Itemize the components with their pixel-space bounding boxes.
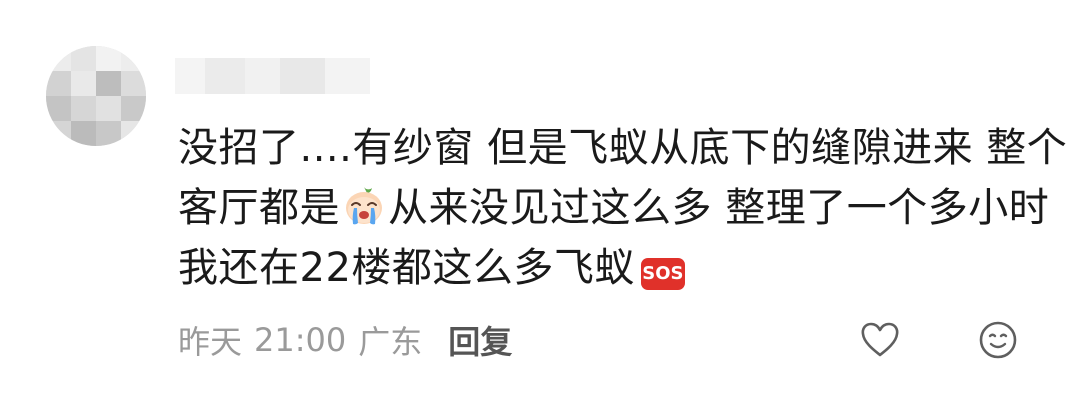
crying-face-emoji-icon [346, 187, 382, 225]
sos-emoji-icon: SOS [640, 258, 685, 290]
reply-button[interactable]: 回复 [448, 317, 512, 363]
comment-line: 客厅都是 从来没见过这么多 整理了一个多小时 [178, 185, 1050, 231]
comment-line: 没招了....有纱窗 但是飞蚁从底下的缝隙进来 整个 [178, 125, 1068, 171]
heart-outline-icon[interactable] [858, 318, 902, 362]
comment-time: 21:00 [254, 321, 347, 359]
comment-location: 广东 [358, 323, 423, 361]
comment-line: 我还在22楼都这么多飞蚁 SOS [178, 245, 685, 291]
comment-text: 没招了....有纱窗 但是飞蚁从底下的缝隙进来 整个 客厅都是 从来没见过这么多… [178, 118, 1068, 298]
comment-date: 昨天 [178, 323, 243, 361]
username-blurred[interactable] [175, 58, 370, 94]
comment-meta: 昨天 21:00 广东 回复 [178, 318, 512, 362]
comment-item: 没招了....有纱窗 但是飞蚁从底下的缝隙进来 整个 客厅都是 从来没见过这么多… [0, 0, 1080, 403]
smiley-face-icon[interactable] [976, 318, 1020, 362]
avatar[interactable] [46, 46, 146, 146]
